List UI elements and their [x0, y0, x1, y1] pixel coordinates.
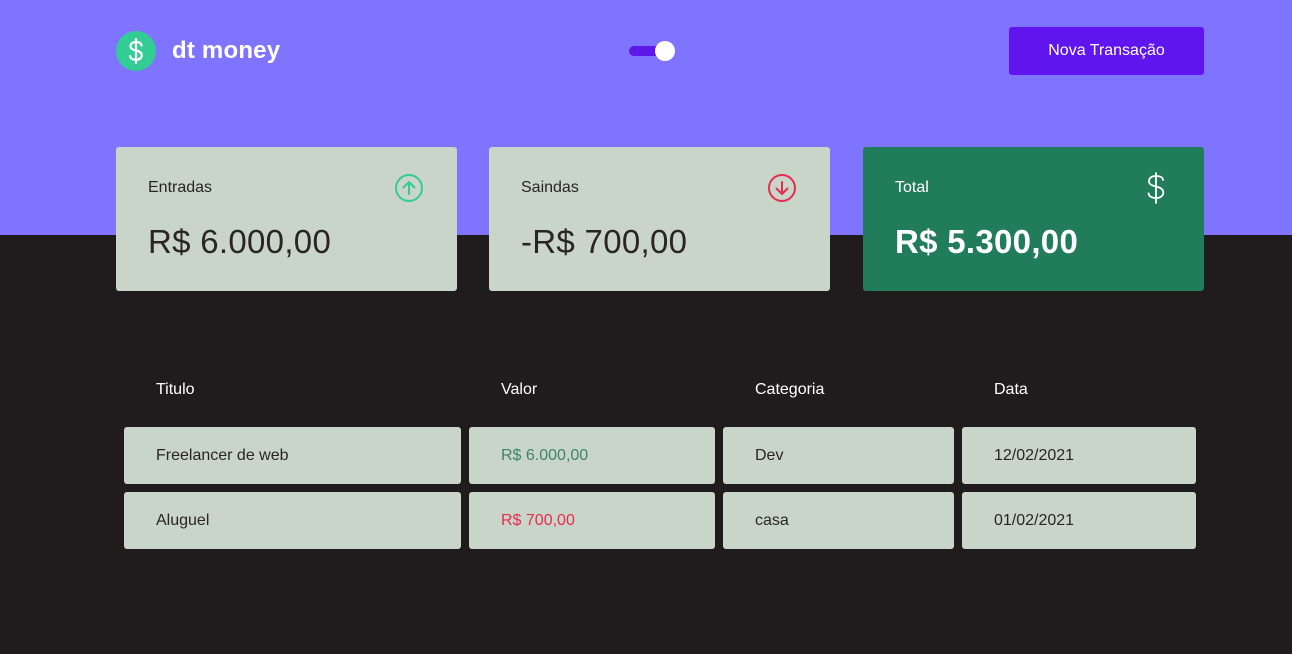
total-value: R$ 5.300,00 [895, 223, 1079, 260]
income-card: Entradas R$ 6.000,00 [116, 147, 457, 291]
cell-date: 01/02/2021 [962, 492, 1196, 549]
cell-value: R$ 6.000,00 [469, 427, 715, 484]
new-transaction-button[interactable]: Nova Transação [1009, 27, 1204, 75]
dollar-icon [1140, 172, 1172, 204]
total-card: Total R$ 5.300,00 [863, 147, 1204, 291]
income-value: R$ 6.000,00 [148, 223, 332, 260]
cell-category: casa [723, 492, 954, 549]
theme-toggle[interactable] [629, 41, 675, 61]
column-header-date: Data [994, 381, 1028, 398]
outcome-card: Saindas -R$ 700,00 [489, 147, 830, 291]
cell-title: Aluguel [124, 492, 461, 549]
column-header-title: Titulo [156, 381, 195, 398]
income-label: Entradas [148, 179, 213, 196]
arrow-up-circle-icon [393, 172, 425, 204]
cell-value: R$ 700,00 [469, 492, 715, 549]
arrow-down-circle-icon [766, 172, 798, 204]
column-header-value: Valor [501, 381, 538, 398]
cell-date: 12/02/2021 [962, 427, 1196, 484]
total-label: Total [895, 179, 929, 196]
cell-category: Dev [723, 427, 954, 484]
outcome-value: -R$ 700,00 [521, 223, 688, 260]
toggle-knob [655, 41, 675, 61]
app-logo: dt money [116, 31, 280, 71]
dollar-icon [116, 31, 156, 71]
app-name: dt money [172, 37, 281, 64]
cell-title: Freelancer de web [124, 427, 461, 484]
column-header-category: Categoria [755, 381, 825, 398]
outcome-label: Saindas [521, 179, 579, 196]
